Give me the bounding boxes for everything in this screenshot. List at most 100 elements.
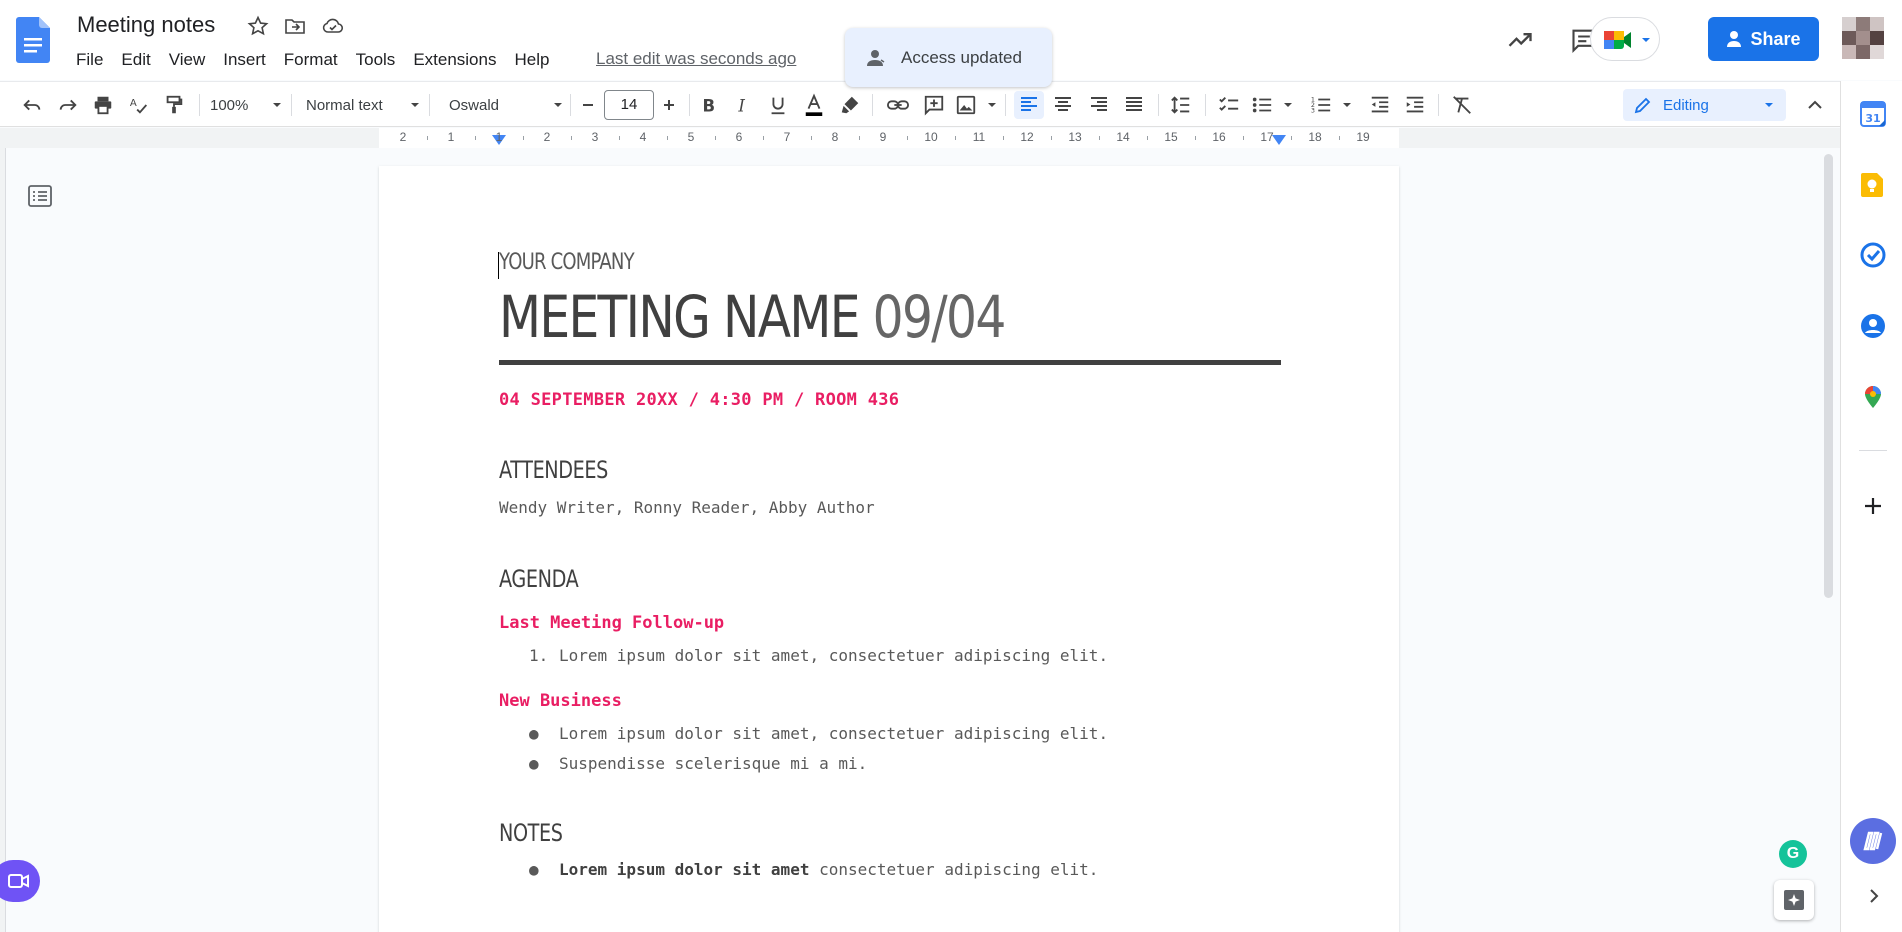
meeting-meta[interactable]: 04 SEPTEMBER 20XX / 4:30 PM / ROOM 436 [499,390,1284,410]
explore-button[interactable] [1774,880,1814,920]
tasks-icon[interactable] [1860,242,1886,268]
editing-mode-select[interactable]: Editing [1623,89,1786,121]
justify-icon [1126,97,1142,111]
title-bar: Meeting notes File Edit View Insert Form… [0,0,1902,87]
attendees-list[interactable]: Wendy Writer, Ronny Reader, Abby Author [499,498,1284,517]
list-item[interactable]: ● Suspendisse scelerisque mi a mi. [499,749,1284,779]
font-value: Oswald [449,96,500,114]
agenda-heading[interactable]: AGENDA [499,565,1127,593]
font-size-input[interactable]: 14 [604,90,654,120]
add-comment-button[interactable] [920,91,948,119]
font-size-decrease-button[interactable] [576,91,600,119]
align-center-button[interactable] [1049,91,1077,119]
scrollbar-thumb[interactable] [1824,154,1833,598]
bold-button[interactable]: B [694,91,722,119]
list-item[interactable]: ● Lorem ipsum dolor sit amet consectetuer… [499,855,1284,885]
last-edit-link[interactable]: Last edit was seconds ago [596,49,796,69]
bullet-list-button[interactable] [1251,91,1293,119]
document-page[interactable]: YOUR COMPANY MEETING NAME 09/04 04 SEPTE… [379,166,1399,932]
undo-icon [23,99,41,111]
docs-logo-icon[interactable] [16,17,50,63]
share-button[interactable]: Share [1708,17,1819,61]
trending-icon[interactable] [1506,26,1534,54]
line-spacing-button[interactable] [1167,91,1195,119]
highlight-button[interactable] [836,91,864,119]
keep-icon[interactable] [1860,172,1886,198]
link-icon [887,100,910,110]
italic-button[interactable]: I [729,91,757,119]
video-call-button[interactable] [0,860,40,902]
menu-edit[interactable]: Edit [112,48,159,72]
cloud-status-icon[interactable] [321,14,345,38]
list-item-text: Lorem ipsum dolor sit amet, consectetuer… [559,724,1109,743]
link-button[interactable] [884,91,912,119]
menu-tools[interactable]: Tools [347,48,405,72]
undo-button[interactable] [18,91,46,119]
font-select[interactable]: Oswald [449,91,563,119]
followup-heading[interactable]: Last Meeting Follow-up [499,613,1284,633]
new-business-heading[interactable]: New Business [499,691,1284,711]
paint-format-button[interactable] [160,91,188,119]
meeting-title-name: MEETING NAME [499,283,861,351]
menu-file[interactable]: File [67,48,112,72]
document-body[interactable]: YOUR COMPANY MEETING NAME 09/04 04 SEPTE… [499,250,1284,885]
clear-format-button[interactable] [1448,91,1476,119]
calendar-icon[interactable]: 31 [1860,101,1886,127]
meet-button[interactable] [1590,17,1660,61]
style-value: Normal text [306,96,383,114]
doc-title[interactable]: Meeting notes [77,12,215,38]
ruler-label: 17 [1260,130,1274,144]
contacts-icon[interactable] [1860,313,1886,339]
ruler-tick [859,136,860,140]
align-left-button[interactable] [1014,91,1044,119]
spellcheck-button[interactable]: A [125,91,153,119]
underline-button[interactable] [764,91,792,119]
horizontal-ruler[interactable]: 2 1 1 2 3 4 5 6 7 8 9 10 11 12 13 14 15 16 17 18 19 [0,128,1840,148]
ruler-label: 11 [972,130,986,144]
checklist-button[interactable] [1215,91,1243,119]
text-color-icon [805,93,823,116]
text-color-button[interactable] [800,91,828,119]
menu-format[interactable]: Format [275,48,347,72]
avatar[interactable] [1842,17,1884,59]
plus-icon[interactable] [1860,493,1886,519]
star-icon[interactable] [246,14,270,38]
increase-indent-button[interactable] [1401,91,1429,119]
list-item[interactable]: ● Lorem ipsum dolor sit amet, consectetue… [499,719,1284,749]
chevron-right-icon[interactable] [1864,886,1884,906]
notes-heading[interactable]: NOTES [499,819,1127,847]
redo-button[interactable] [54,91,82,119]
indent-decrease-icon [1371,96,1389,113]
maps-icon[interactable] [1860,383,1886,409]
ruler-tick [1051,136,1052,140]
justify-button[interactable] [1120,91,1148,119]
attendees-heading[interactable]: ATTENDEES [499,456,1127,484]
vertical-scrollbar[interactable] [1822,150,1834,932]
align-right-button[interactable] [1085,91,1113,119]
decrease-indent-button[interactable] [1366,91,1394,119]
chevron-down-icon [1642,38,1650,42]
list-item[interactable]: 1. Lorem ipsum dolor sit amet, consectetu… [499,641,1284,671]
outline-icon[interactable] [26,183,56,211]
company-name[interactable]: YOUR COMPANY [499,250,1143,280]
video-icon [8,874,29,888]
assistant-fab[interactable] [1850,818,1896,864]
zoom-select[interactable]: 100% [210,91,282,119]
move-folder-icon[interactable] [283,14,307,38]
collapse-menus-button[interactable] [1801,91,1829,119]
print-button[interactable] [89,91,117,119]
menu-view[interactable]: View [160,48,215,72]
numbered-list-button[interactable]: 123 [1310,91,1352,119]
meeting-title[interactable]: MEETING NAME 09/04 [499,286,1158,348]
menu-insert[interactable]: Insert [214,48,275,72]
paint-format-icon [166,95,183,114]
toolbar: A 100% Normal text Oswald 14 B I 1 2 3 E… [0,81,1840,127]
ruler-label: 16 [1212,130,1226,144]
bullet-list-icon [1252,97,1272,113]
font-size-increase-button[interactable] [657,91,681,119]
menu-extensions[interactable]: Extensions [404,48,505,72]
insert-image-button[interactable] [955,91,997,119]
menu-help[interactable]: Help [505,48,558,72]
grammarly-icon[interactable]: G [1779,840,1807,868]
style-select[interactable]: Normal text [306,91,420,119]
